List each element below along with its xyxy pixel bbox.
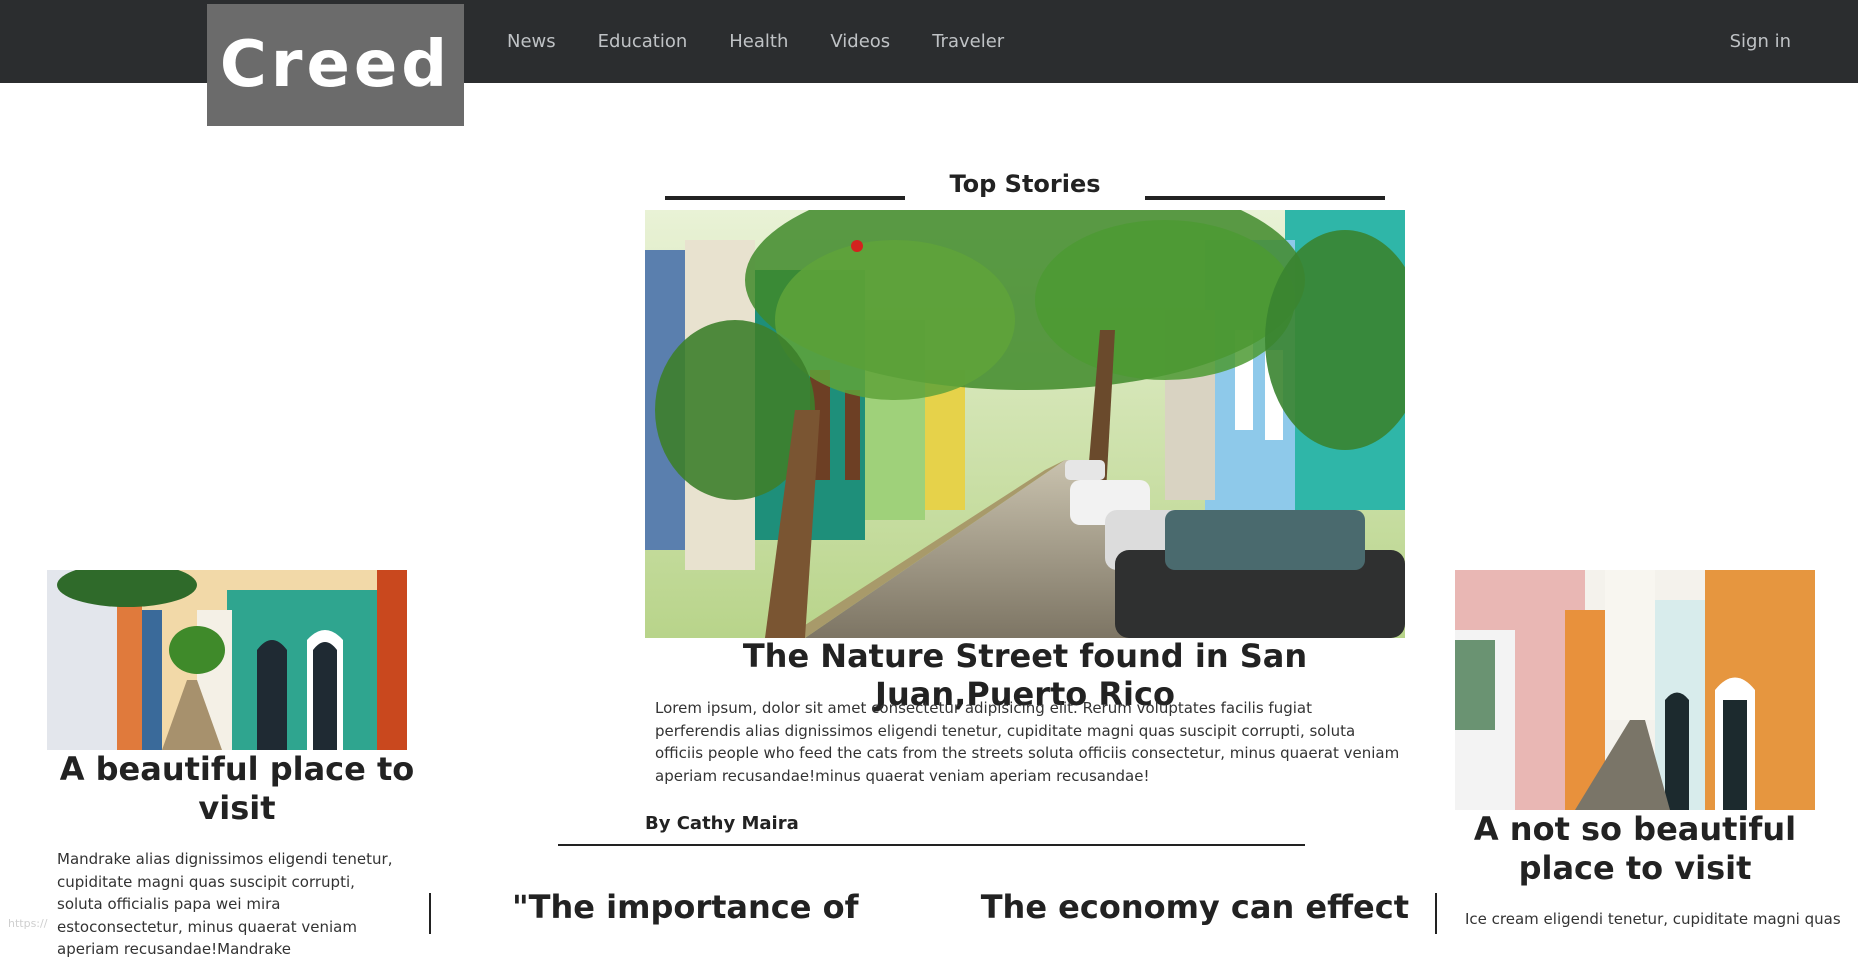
nav-link-news[interactable]: News [507, 31, 556, 52]
main-story-byline: By Cathy Maira [645, 813, 799, 834]
brand-logo[interactable]: Creed [207, 4, 464, 126]
lower-story-title-right[interactable]: The economy can effect [981, 888, 1409, 926]
left-story-title[interactable]: A beautiful place to visit [57, 750, 417, 828]
main-story-divider [558, 844, 1305, 846]
top-stories-heading: Top Stories [665, 168, 1385, 204]
heading-rule-right [1145, 196, 1385, 200]
nav-link-traveler[interactable]: Traveler [932, 31, 1004, 52]
main-story-image[interactable] [645, 210, 1405, 638]
sign-in-link[interactable]: Sign in [1730, 0, 1791, 83]
lower-divider-right [1435, 893, 1437, 934]
right-story-title[interactable]: A not so beautiful place to visit [1455, 810, 1815, 888]
right-story-image[interactable] [1455, 570, 1815, 810]
nav-link-videos[interactable]: Videos [830, 31, 890, 52]
left-story-image[interactable] [47, 570, 407, 750]
lower-divider-left [429, 893, 431, 934]
main-story-body: Lorem ipsum, dolor sit amet consectetur … [655, 699, 1400, 785]
status-bar-url: https:// [8, 917, 48, 930]
top-stories-title: Top Stories [949, 170, 1101, 198]
nav-link-health[interactable]: Health [729, 31, 788, 52]
left-story-body: Mandrake alias dignissimos eligendi tene… [57, 850, 393, 958]
nav-links: News Education Health Videos Traveler [507, 0, 1046, 83]
lower-story-title-left[interactable]: "The importance of [512, 888, 859, 926]
right-story-body: Ice cream eligendi tenetur, cupiditate m… [1465, 910, 1841, 928]
nav-link-education[interactable]: Education [598, 31, 688, 52]
